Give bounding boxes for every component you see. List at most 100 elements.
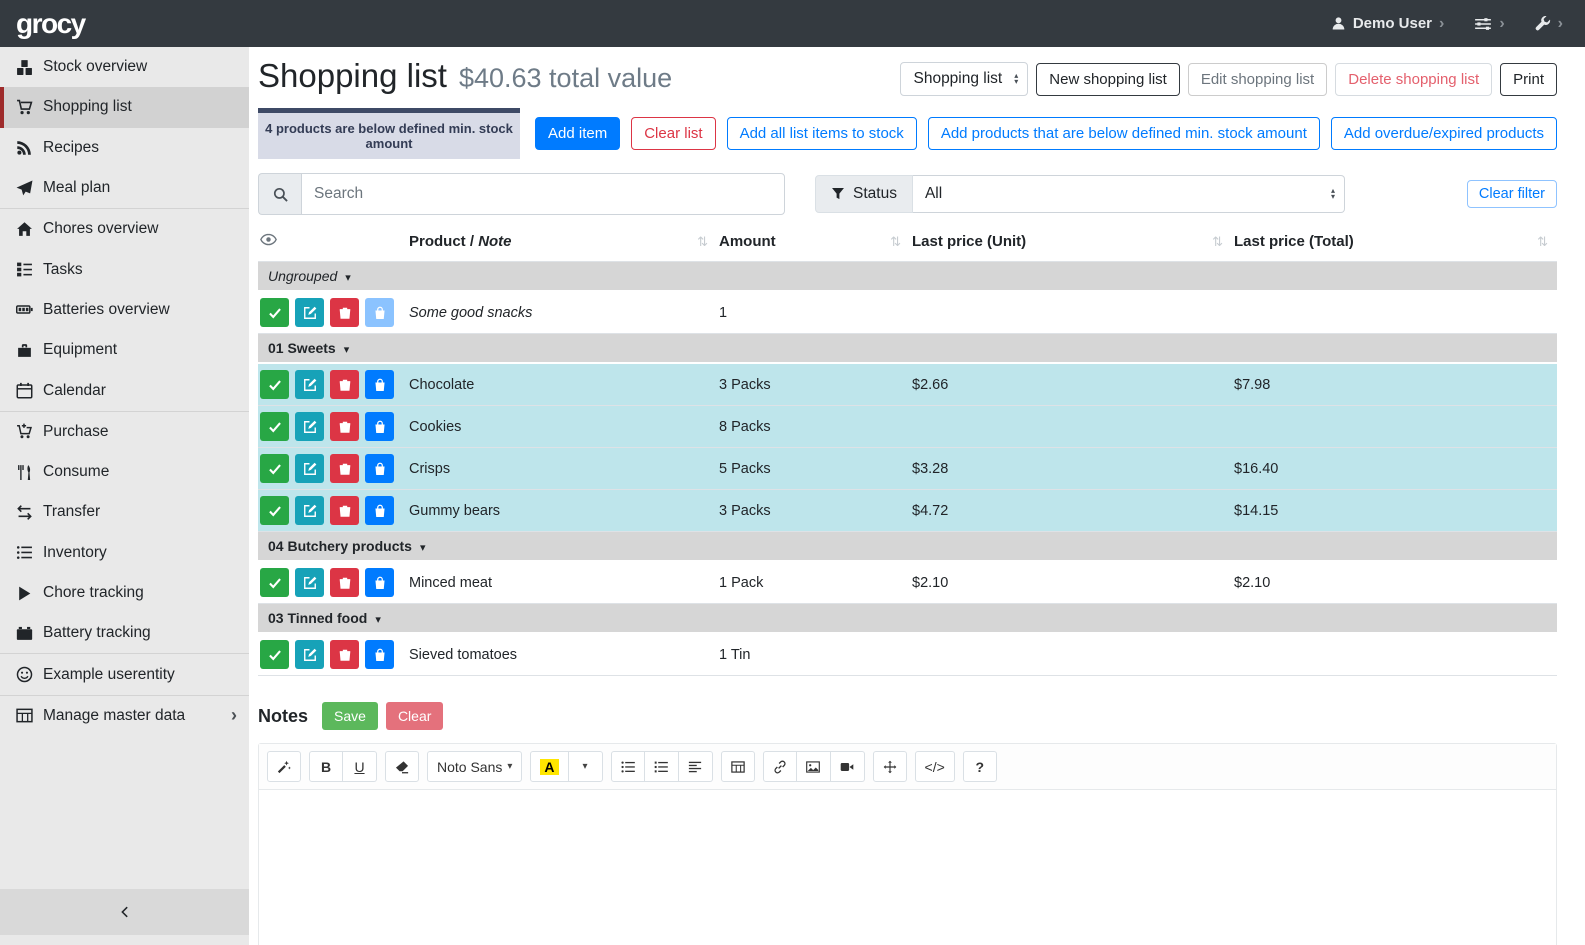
edit-shopping-list-button[interactable]: Edit shopping list — [1188, 63, 1327, 96]
delete-item-button[interactable] — [330, 370, 359, 399]
highlight-color-caret-button[interactable]: ▾ — [569, 751, 603, 782]
sidebar-item-meal-plan[interactable]: Meal plan — [0, 168, 249, 208]
delete-item-button[interactable] — [330, 640, 359, 669]
sidebar-item-recipes[interactable]: Recipes — [0, 128, 249, 168]
mark-done-button[interactable] — [260, 568, 289, 597]
add-to-stock-button[interactable] — [365, 298, 394, 327]
search-input[interactable] — [301, 173, 785, 215]
save-notes-button[interactable]: Save — [322, 702, 378, 730]
column-last-price-total: Last price (Total) — [1234, 233, 1354, 250]
mark-done-button[interactable] — [260, 454, 289, 483]
check-icon — [268, 420, 282, 434]
sidebar-item-transfer[interactable]: Transfer — [0, 492, 249, 532]
sidebar-item-shopping-list[interactable]: Shopping list — [0, 87, 249, 127]
edit-item-button[interactable] — [295, 454, 324, 483]
mark-done-button[interactable] — [260, 298, 289, 327]
paragraph-align-button[interactable] — [679, 751, 713, 782]
clear-notes-button[interactable]: Clear — [386, 702, 443, 730]
toolbar-group: Noto Sans▾ — [427, 751, 522, 782]
edit-item-button[interactable] — [295, 568, 324, 597]
underline-button[interactable]: U — [343, 751, 377, 782]
fullscreen-button[interactable] — [873, 751, 907, 782]
add-to-stock-button[interactable] — [365, 412, 394, 441]
sort-icon[interactable]: ⇅ — [1212, 234, 1226, 250]
delete-item-button[interactable] — [330, 454, 359, 483]
add-to-stock-button[interactable] — [365, 454, 394, 483]
eye-icon[interactable] — [260, 231, 277, 248]
new-shopping-list-button[interactable]: New shopping list — [1036, 63, 1180, 96]
sidebar-item-calendar[interactable]: Calendar — [0, 370, 249, 410]
add-to-stock-button[interactable] — [365, 370, 394, 399]
sidebar-item-stock-overview[interactable]: Stock overview — [0, 47, 249, 87]
sort-icon[interactable]: ⇅ — [890, 234, 904, 250]
home-icon — [16, 221, 33, 238]
sidebar-item-chores-overview[interactable]: Chores overview — [0, 209, 249, 249]
sidebar-item-equipment[interactable]: Equipment — [0, 330, 249, 370]
settings-menu[interactable]: › — [1474, 15, 1504, 33]
add-all-to-stock-button[interactable]: Add all list items to stock — [727, 117, 917, 150]
insert-picture-button[interactable] — [797, 751, 831, 782]
user-menu[interactable]: Demo User › — [1331, 15, 1445, 33]
clear-filter-button[interactable]: Clear filter — [1467, 180, 1557, 208]
group-row-ungrouped[interactable]: Ungrouped▾ — [258, 262, 1557, 292]
add-to-stock-button[interactable] — [365, 640, 394, 669]
group-row-01-sweets[interactable]: 01 Sweets▾ — [258, 334, 1557, 364]
insert-link-button[interactable] — [763, 751, 797, 782]
add-to-stock-button[interactable] — [365, 568, 394, 597]
sort-icon[interactable]: ⇅ — [1537, 234, 1551, 250]
mark-done-button[interactable] — [260, 412, 289, 441]
sidebar-item-tasks[interactable]: Tasks — [0, 249, 249, 289]
mark-done-button[interactable] — [260, 640, 289, 669]
sidebar-item-chore-tracking[interactable]: Chore tracking — [0, 573, 249, 613]
shopping-list-select[interactable]: Shopping list ▴▾ — [900, 62, 1028, 96]
print-button[interactable]: Print — [1500, 63, 1557, 96]
clear-list-button[interactable]: Clear list — [631, 117, 715, 150]
status-select[interactable]: All ▴▾ — [913, 175, 1345, 213]
mark-done-button[interactable] — [260, 496, 289, 525]
ordered-list-button[interactable] — [645, 751, 679, 782]
add-below-min-stock-button[interactable]: Add products that are below defined min.… — [928, 117, 1320, 150]
sidebar-item-battery-tracking[interactable]: Battery tracking — [0, 613, 249, 653]
sidebar-item-example-userentity[interactable]: Example userentity — [0, 654, 249, 694]
chevron-left-icon — [118, 905, 132, 919]
add-overdue-button[interactable]: Add overdue/expired products — [1331, 117, 1557, 150]
edit-item-button[interactable] — [295, 370, 324, 399]
delete-shopping-list-button[interactable]: Delete shopping list — [1335, 63, 1492, 96]
code-view-button[interactable]: </> — [915, 751, 955, 782]
highlight-color-button[interactable]: A — [530, 751, 568, 782]
delete-item-button[interactable] — [330, 496, 359, 525]
sidebar-item-batteries-overview[interactable]: Batteries overview — [0, 290, 249, 330]
edit-item-button[interactable] — [295, 412, 324, 441]
sort-icon[interactable]: ⇅ — [697, 234, 711, 250]
insert-table-button[interactable] — [721, 751, 755, 782]
edit-item-button[interactable] — [295, 298, 324, 327]
sidebar-collapse-button[interactable] — [0, 889, 249, 935]
edit-item-button[interactable] — [295, 640, 324, 669]
bold-button[interactable]: B — [309, 751, 343, 782]
sidebar-item-manage-master-data[interactable]: Manage master data› — [0, 696, 249, 736]
delete-item-button[interactable] — [330, 298, 359, 327]
admin-menu[interactable]: › — [1535, 15, 1563, 33]
eraser-button[interactable] — [385, 751, 419, 782]
status-filter-button[interactable]: Status — [815, 175, 913, 213]
app-logo[interactable]: grocy — [16, 8, 85, 40]
mark-done-button[interactable] — [260, 370, 289, 399]
help-button[interactable]: ? — [963, 751, 997, 782]
delete-item-button[interactable] — [330, 568, 359, 597]
add-item-button[interactable]: Add item — [535, 117, 620, 150]
add-to-stock-button[interactable] — [365, 496, 394, 525]
insert-video-button[interactable] — [831, 751, 865, 782]
magic-style-button[interactable] — [267, 751, 301, 782]
edit-item-button[interactable] — [295, 496, 324, 525]
sidebar-item-purchase[interactable]: Purchase — [0, 412, 249, 452]
group-row-04-butchery-products[interactable]: 04 Butchery products▾ — [258, 532, 1557, 562]
delete-item-button[interactable] — [330, 412, 359, 441]
notes-editor-content[interactable] — [259, 790, 1556, 945]
sidebar-item-consume[interactable]: Consume — [0, 452, 249, 492]
check-icon — [268, 306, 282, 320]
group-row-03-tinned-food[interactable]: 03 Tinned food▾ — [258, 604, 1557, 634]
select-arrows-icon: ▴▾ — [1014, 73, 1018, 85]
unordered-list-button[interactable] — [611, 751, 645, 782]
font-family-button[interactable]: Noto Sans▾ — [427, 751, 522, 782]
sidebar-item-inventory[interactable]: Inventory — [0, 533, 249, 573]
